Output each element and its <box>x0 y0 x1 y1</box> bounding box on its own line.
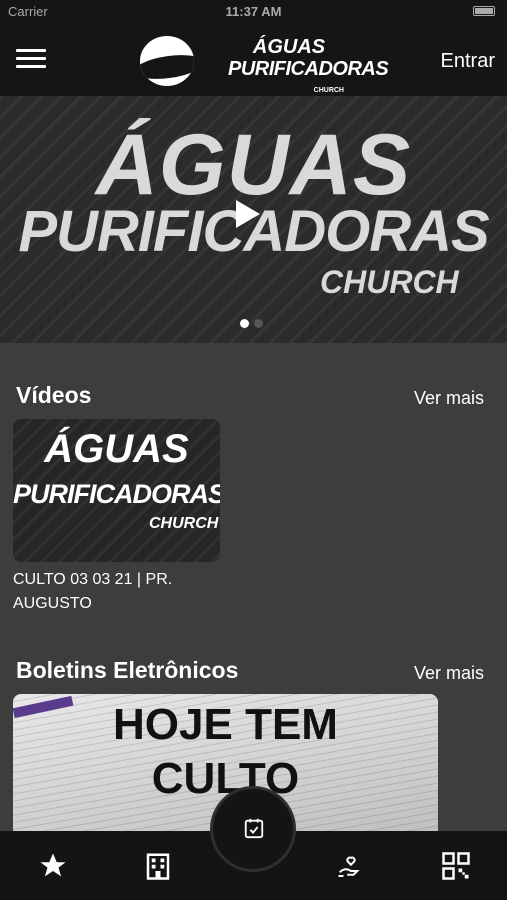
bulletin-line1: HOJE TEM <box>113 700 338 749</box>
video-thumbnail[interactable]: ÁGUAS PURIFICADORAS CHURCH <box>13 419 220 562</box>
logo-line2: PURIFICADORAS <box>228 58 389 80</box>
carousel-pagination <box>240 315 268 333</box>
status-time: 11:37 AM <box>225 4 282 19</box>
carousel-dot[interactable] <box>254 319 263 328</box>
hamburger-icon-bar <box>16 49 46 52</box>
calendar-check-icon[interactable] <box>210 786 296 872</box>
battery-icon <box>473 6 495 16</box>
hand-heart-icon[interactable] <box>336 851 366 881</box>
building-icon[interactable] <box>143 851 173 881</box>
hero-carousel[interactable]: ÁGUAS PURIFICADORAS CHURCH <box>0 96 507 343</box>
bulletin-headline: HOJE TEM CULTO <box>13 698 438 806</box>
video-thumb-line1: ÁGUAS <box>44 427 189 471</box>
star-icon[interactable] <box>38 851 68 881</box>
app-header: ÁGUAS PURIFICADORAS CHURCH Entrar <box>0 22 507 96</box>
hamburger-icon-bar <box>16 65 46 68</box>
videos-section-title: Vídeos <box>16 382 92 408</box>
menu-button[interactable] <box>16 49 46 71</box>
hamburger-icon-bar <box>16 57 46 60</box>
church-logo: ÁGUAS PURIFICADORAS CHURCH <box>140 32 389 94</box>
video-title[interactable]: CULTO 03 03 21 | PR. AUGUSTO <box>13 568 223 616</box>
wave-logo-icon <box>140 36 194 86</box>
login-button[interactable]: Entrar <box>441 50 495 73</box>
status-bar: Carrier 11:37 AM <box>0 0 507 22</box>
carousel-dot-active[interactable] <box>240 319 249 328</box>
play-icon[interactable] <box>236 200 260 228</box>
qr-code-icon[interactable] <box>441 851 471 881</box>
video-thumb-line3: CHURCH <box>149 515 219 532</box>
logo-wordmark: ÁGUAS PURIFICADORAS CHURCH <box>228 36 389 94</box>
logo-line1: ÁGUAS <box>252 36 326 58</box>
bulletins-see-more-link[interactable]: Ver mais <box>414 663 484 684</box>
videos-see-more-link[interactable]: Ver mais <box>414 388 484 409</box>
bulletins-section-title: Boletins Eletrônicos <box>16 657 239 683</box>
hero-line3: CHURCH <box>320 264 459 300</box>
video-thumb-line2: PURIFICADORAS <box>13 479 220 509</box>
